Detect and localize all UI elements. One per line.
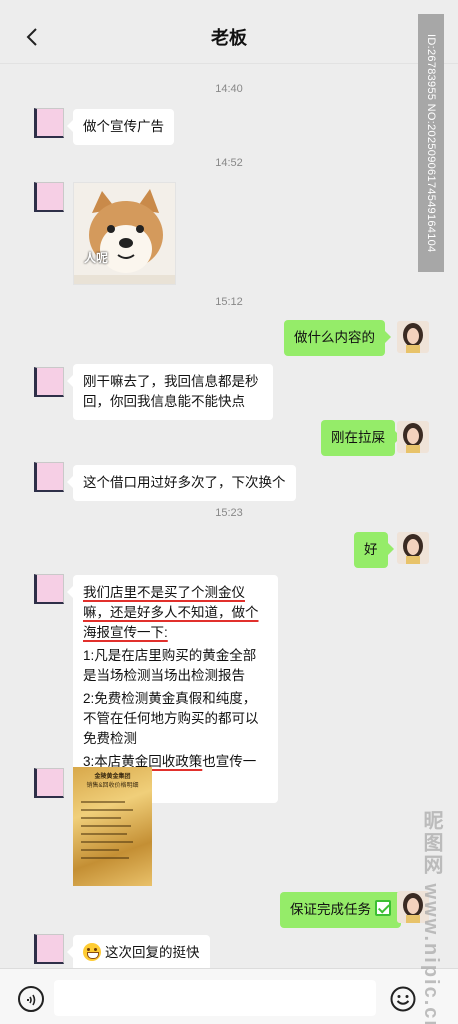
message-received[interactable]: 这次回复的挺快 [67,935,210,971]
avatar-boss[interactable] [34,367,64,397]
poster-text-line [81,857,129,859]
emoji-button[interactable] [390,986,416,1012]
poster-text-line [81,801,125,803]
doge-illustration [74,183,175,284]
avatar-photo [397,421,429,453]
avatar-boss[interactable] [34,934,64,964]
avatar-boss[interactable] [34,108,64,138]
timestamp: 15:12 [215,296,243,308]
poster-text-line [81,809,133,811]
message-list[interactable]: 14:40 做个宣传广告 14:52 人呢 15:12 做什么内容的 刚干嘛去了… [0,64,458,971]
avatar-self[interactable] [397,532,429,564]
avatar-boss[interactable] [34,574,64,604]
poster-text-line [81,817,121,819]
poster-text-line [81,833,127,835]
message-paragraph: 2:免费检测黄金真假和纯度，不管在任何地方购买的都可以免费检测 [83,691,259,746]
message-input[interactable] [54,980,376,1016]
avatar-photo [397,532,429,564]
message-text: 这次回复的挺快 [105,945,200,960]
watermark-logo: 昵图网 www.nipic.cn [420,810,442,1024]
avatar-photo [397,321,429,353]
message-paragraph: 我们店里不是买了个测金仪嘛，还是好多人不知道，做个海报宣传一下: [83,585,259,640]
poster-text-line [81,849,119,851]
input-bar [0,968,458,1024]
timestamp: 14:52 [215,157,243,169]
message-sent[interactable]: 刚在拉屎 [321,420,401,456]
doge-sticker-image[interactable]: 人呢 [73,182,176,285]
poster-text-line [81,825,131,827]
message-text: 保证完成任务 [290,902,371,917]
poster-title: 金陵黄金集团 [94,774,131,780]
voice-icon [26,994,36,1006]
poster-subtitle: 销售&回收价格明细 [86,783,139,789]
message-received[interactable]: 这个借口用过好多次了，下次换个 [67,465,296,501]
timestamp: 15:23 [215,507,243,519]
message-sent[interactable]: 做什么内容的 [284,320,391,356]
gold-poster-image[interactable]: 金陵黄金集团 销售&回收价格明细 [73,767,152,886]
chat-header: 老板 [0,0,458,64]
avatar-boss[interactable] [34,462,64,492]
sticker-caption: 人呢 [84,251,109,265]
message-received[interactable]: 做个宣传广告 [67,109,174,145]
message-received[interactable]: 刚干嘛去了，我回信息都是秒回，你回我信息能不能快点 [67,364,273,420]
check-mark-icon [375,900,391,916]
chat-title: 老板 [211,28,247,48]
message-sent[interactable]: 保证完成任务 [280,892,407,928]
message-sent[interactable]: 好 [354,532,393,568]
grin-emoji-icon [83,943,101,961]
avatar-boss[interactable] [34,768,64,798]
poster-text-line [81,841,133,843]
avatar-boss[interactable] [34,182,64,212]
avatar-self[interactable] [397,421,429,453]
avatar-self[interactable] [397,321,429,353]
timestamp: 14:40 [215,83,243,95]
voice-button[interactable] [18,986,44,1012]
message-paragraph: 1:凡是在店里购买的黄金全部是当场检测当场出检测报告 [83,648,257,683]
emoji-icon [390,986,416,1012]
